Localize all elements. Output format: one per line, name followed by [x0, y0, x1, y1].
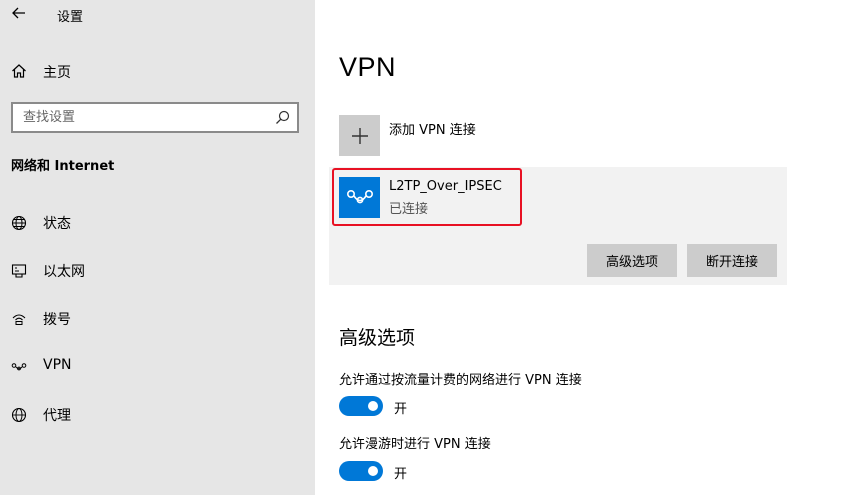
sidebar-item-proxy[interactable]: 代理: [0, 397, 315, 433]
sidebar-item-label: 状态: [43, 216, 71, 232]
sidebar-item-label: 以太网: [43, 264, 85, 280]
toggle-knob: [368, 401, 378, 411]
add-vpn-button[interactable]: 添加 VPN 连接: [339, 115, 639, 157]
dialup-icon: [12, 314, 26, 325]
metered-network-label: 允许通过按流量计费的网络进行 VPN 连接: [339, 373, 582, 388]
vpn-connection-icon: [346, 189, 373, 203]
sidebar-item-label: 代理: [43, 408, 71, 424]
main-content: VPN 添加 VPN 连接 L2TP_Over_IPSEC 已连接 高级选项 断: [315, 0, 850, 495]
vpn-connection-panel[interactable]: L2TP_Over_IPSEC 已连接 高级选项 断开连接: [329, 167, 787, 285]
metered-network-toggle[interactable]: [339, 396, 383, 416]
back-button[interactable]: [8, 2, 30, 24]
globe-icon: [11, 407, 27, 423]
metered-network-state: 开: [394, 402, 408, 417]
sidebar-item-ethernet[interactable]: 以太网: [0, 253, 315, 289]
vpn-connection-status: 已连接: [389, 202, 429, 217]
window-title: 设置: [57, 10, 84, 25]
sidebar-item-label: VPN: [43, 357, 72, 373]
sidebar-item-vpn[interactable]: VPN: [0, 349, 315, 385]
add-vpn-label: 添加 VPN 连接: [389, 123, 476, 138]
advanced-options-button[interactable]: 高级选项: [587, 244, 677, 277]
vpn-tile: [339, 177, 380, 218]
search-input[interactable]: [13, 104, 297, 131]
ethernet-icon: [11, 264, 27, 278]
home-icon: [12, 64, 26, 78]
section-title: 网络和 Internet: [11, 159, 115, 174]
search-icon[interactable]: [275, 110, 290, 125]
roaming-toggle[interactable]: [339, 461, 383, 481]
sidebar-item-dialup[interactable]: 拨号: [0, 301, 315, 337]
advanced-options-heading: 高级选项: [339, 327, 416, 349]
roaming-state: 开: [394, 467, 408, 482]
sidebar: 设置 主页 网络和 Internet 状态 以太网: [0, 0, 315, 495]
vpn-connection-name: L2TP_Over_IPSEC: [389, 179, 502, 194]
disconnect-button[interactable]: 断开连接: [687, 244, 777, 277]
sidebar-item-home[interactable]: 主页: [0, 56, 315, 86]
search-box[interactable]: [11, 102, 299, 133]
back-arrow-icon: [12, 7, 25, 19]
add-tile: [339, 115, 380, 156]
globe-status-icon: [11, 215, 27, 231]
sidebar-item-label: 拨号: [43, 312, 71, 328]
page-title: VPN: [339, 52, 397, 82]
toggle-knob: [368, 466, 378, 476]
vpn-connection-item[interactable]: L2TP_Over_IPSEC 已连接: [339, 175, 519, 221]
sidebar-item-status[interactable]: 状态: [0, 205, 315, 241]
roaming-label: 允许漫游时进行 VPN 连接: [339, 437, 491, 452]
vpn-icon: [11, 363, 27, 371]
plus-icon: [351, 127, 368, 144]
home-label: 主页: [43, 65, 71, 81]
